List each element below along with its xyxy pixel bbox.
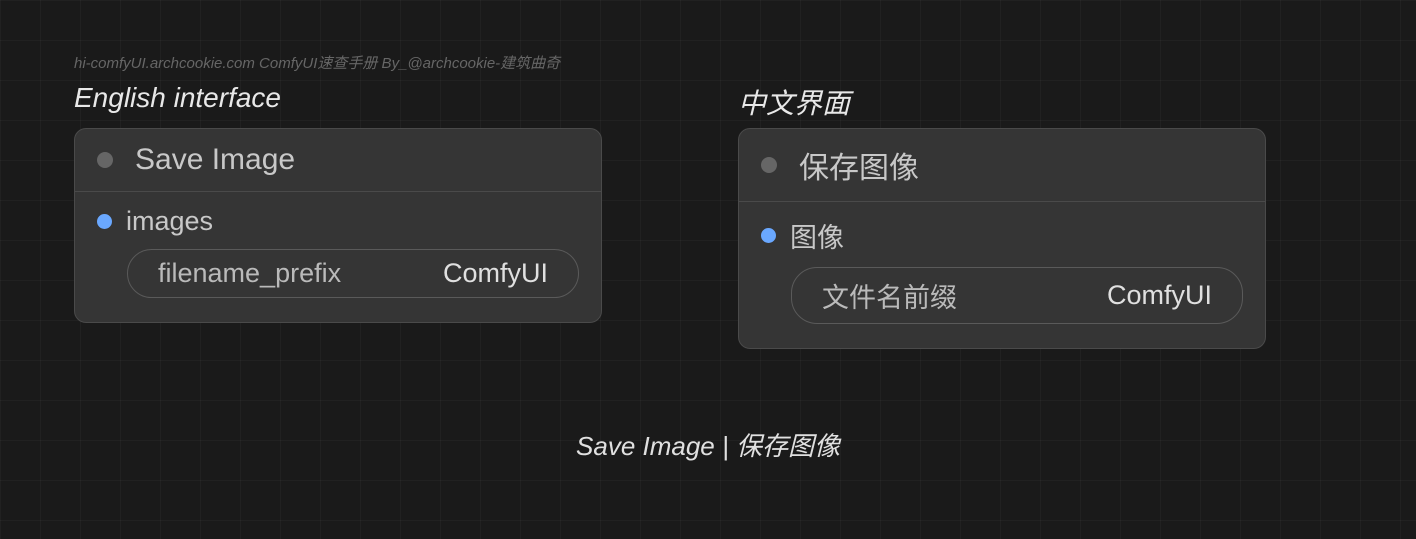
input-label: images (126, 206, 213, 237)
node-status-dot-icon (761, 157, 777, 173)
node-save-image-en[interactable]: Save Image images filename_prefix ComfyU… (74, 128, 602, 323)
node-header[interactable]: Save Image (75, 129, 601, 192)
node-title: Save Image (135, 143, 295, 177)
param-label: 文件名前缀 (822, 276, 957, 315)
caption-text: Save Image | 保存图像 (0, 426, 1416, 463)
node-body: images filename_prefix ComfyUI (75, 192, 601, 322)
param-value[interactable]: ComfyUI (1107, 280, 1212, 311)
node-body: 图像 文件名前缀 ComfyUI (739, 202, 1265, 348)
param-filename-prefix[interactable]: filename_prefix ComfyUI (127, 249, 579, 298)
section-label-english: English interface (74, 82, 281, 114)
node-title: 保存图像 (799, 143, 919, 187)
section-label-chinese: 中文界面 (738, 82, 850, 122)
param-filename-prefix[interactable]: 文件名前缀 ComfyUI (791, 267, 1243, 324)
param-label: filename_prefix (158, 258, 341, 289)
node-input-row[interactable]: 图像 (761, 216, 1243, 255)
node-status-dot-icon (97, 152, 113, 168)
node-save-image-zh[interactable]: 保存图像 图像 文件名前缀 ComfyUI (738, 128, 1266, 349)
input-socket-icon[interactable] (97, 214, 112, 229)
param-value[interactable]: ComfyUI (443, 258, 548, 289)
node-input-row[interactable]: images (97, 206, 579, 237)
watermark-text: hi-comfyUI.archcookie.com ComfyUI速查手册 By… (74, 52, 560, 73)
node-header[interactable]: 保存图像 (739, 129, 1265, 202)
input-label: 图像 (790, 216, 844, 255)
input-socket-icon[interactable] (761, 228, 776, 243)
